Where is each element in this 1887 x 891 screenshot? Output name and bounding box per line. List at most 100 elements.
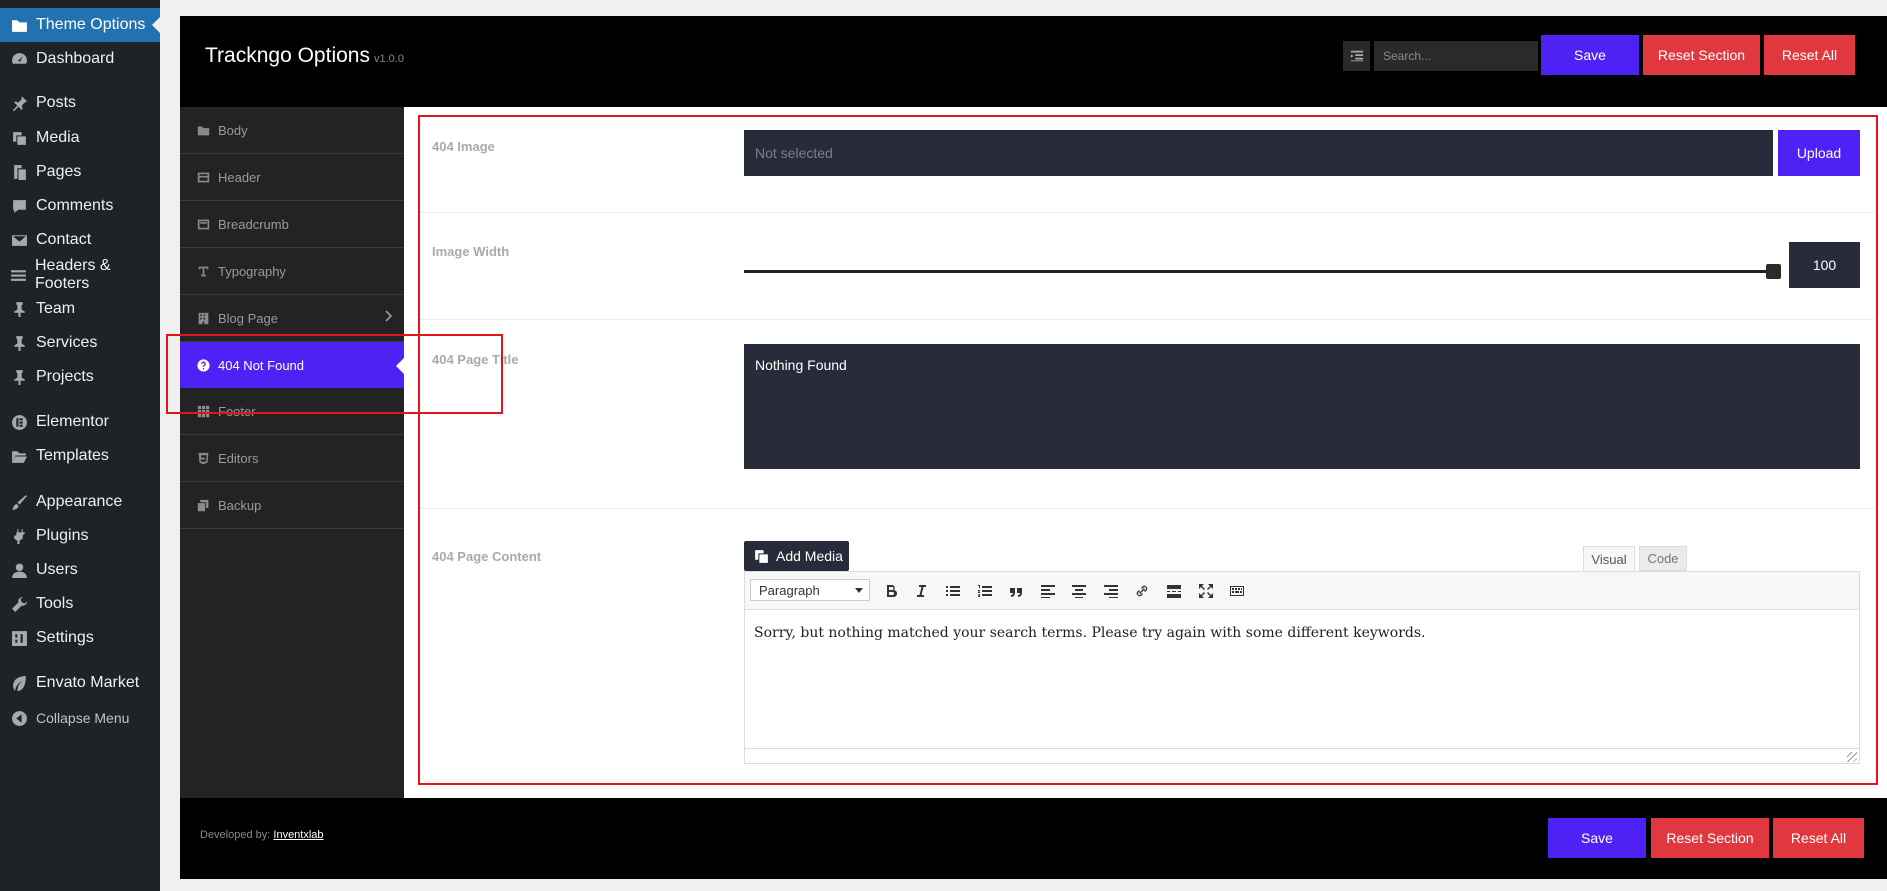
tab-visual[interactable]: Visual: [1583, 546, 1635, 571]
editor-toolbar: Paragraph: [745, 572, 1859, 610]
resize-handle-icon[interactable]: [1847, 752, 1857, 762]
nav-item-404-not-found[interactable]: 404 Not Found: [180, 342, 404, 388]
wp-menu-theme-options[interactable]: Theme Options: [0, 8, 160, 42]
wp-menu-tools[interactable]: Tools: [0, 587, 160, 621]
field-label: 404 Page Content: [432, 549, 542, 564]
wp-menu-plugins[interactable]: Plugins: [0, 519, 160, 553]
indent-icon: [1350, 50, 1363, 62]
wp-menu-contact[interactable]: Contact: [0, 223, 160, 257]
wp-menu-users[interactable]: Users: [0, 553, 160, 587]
wp-menu-team[interactable]: Team: [0, 292, 160, 326]
footer-reset-all-button[interactable]: Reset All: [1773, 818, 1864, 858]
options-content: 404 Image Not selected Upload Image Widt…: [404, 107, 1887, 798]
field-label: 404 Page Title: [432, 352, 519, 367]
nav-item-label: Typography: [218, 263, 286, 279]
italic-button[interactable]: [906, 572, 936, 610]
pin-icon: [10, 368, 28, 386]
wp-menu-label: Projects: [36, 368, 94, 385]
grid-icon: [196, 404, 210, 418]
wp-menu-elementor[interactable]: Elementor: [0, 405, 160, 439]
dashboard-icon: [10, 50, 28, 68]
wp-menu-settings[interactable]: Settings: [0, 621, 160, 655]
wp-menu-dashboard[interactable]: Dashboard: [0, 42, 160, 76]
media-icon: [755, 549, 768, 563]
version-label: v1.0.0: [373, 53, 404, 65]
brush-icon: [10, 493, 28, 511]
copy-icon: [196, 498, 210, 512]
width-value-input[interactable]: 100: [1789, 242, 1860, 288]
search-input[interactable]: [1374, 41, 1538, 71]
wp-menu-pages[interactable]: Pages: [0, 155, 160, 189]
developer-link[interactable]: Inventxlab: [273, 829, 323, 841]
wp-menu-collapse[interactable]: Collapse Menu: [0, 701, 160, 735]
nav-item-footer[interactable]: Footer: [180, 388, 404, 435]
building-icon: [196, 311, 210, 325]
comment-icon: [10, 197, 28, 215]
nav-item-label: Header: [218, 169, 261, 185]
reset-all-button[interactable]: Reset All: [1764, 35, 1855, 75]
nav-item-breadcrumb[interactable]: Breadcrumb: [180, 201, 404, 248]
upload-button[interactable]: Upload: [1778, 130, 1860, 176]
tab-code[interactable]: Code: [1639, 546, 1687, 571]
bold-icon: [887, 585, 898, 598]
editor-statusbar: [745, 748, 1859, 763]
align-center-button[interactable]: [1064, 572, 1094, 610]
add-media-button[interactable]: Add Media: [744, 541, 849, 571]
nav-item-body[interactable]: Body: [180, 107, 404, 154]
wp-menu-media[interactable]: Media: [0, 121, 160, 155]
nav-item-backup[interactable]: Backup: [180, 482, 404, 529]
footer-reset-section-button[interactable]: Reset Section: [1651, 818, 1769, 858]
align-left-button[interactable]: [1033, 572, 1063, 610]
keyboard-icon: [1230, 586, 1244, 596]
wp-menu-appearance[interactable]: Appearance: [0, 485, 160, 519]
editor-body[interactable]: Sorry, but nothing matched your search t…: [745, 610, 1859, 750]
wp-menu-label: Tools: [36, 595, 74, 612]
field-row-image-width: Image Width 100: [417, 213, 1874, 320]
wp-menu-templates[interactable]: Templates: [0, 439, 160, 473]
css-icon: [196, 451, 210, 465]
toolbar-toggle-button[interactable]: [1222, 572, 1252, 610]
pin-icon: [10, 334, 28, 352]
numbered-list-button[interactable]: [970, 572, 1000, 610]
bold-button[interactable]: [876, 572, 906, 610]
page-title: Trackngo Options v1.0.0: [205, 44, 404, 68]
nav-item-label: Breadcrumb: [218, 216, 289, 232]
fullscreen-button[interactable]: [1191, 572, 1221, 610]
format-select[interactable]: Paragraph: [750, 579, 870, 601]
user-icon: [10, 561, 28, 579]
expand-toggle-button[interactable]: [1343, 41, 1370, 71]
save-button[interactable]: Save: [1541, 35, 1639, 75]
italic-icon: [917, 585, 926, 597]
wp-menu-headers-footers[interactable]: Headers & Footers: [0, 257, 160, 292]
align-right-button[interactable]: [1096, 572, 1126, 610]
width-slider[interactable]: [744, 264, 1781, 279]
nav-item-typography[interactable]: Typography: [180, 248, 404, 295]
wp-menu-label: Headers & Footers: [35, 257, 111, 292]
bullet-list-button[interactable]: [938, 572, 968, 610]
pin-icon: [10, 94, 28, 112]
read-more-button[interactable]: [1159, 572, 1189, 610]
wp-menu-envato-market[interactable]: Envato Market: [0, 666, 160, 700]
page-title-textarea[interactable]: Nothing Found: [744, 344, 1860, 469]
nav-item-header[interactable]: Header: [180, 154, 404, 201]
wp-menu-services[interactable]: Services: [0, 326, 160, 360]
blockquote-button[interactable]: [1001, 572, 1031, 610]
wp-menu-posts[interactable]: Posts: [0, 86, 160, 120]
reset-section-button[interactable]: Reset Section: [1643, 35, 1760, 75]
wp-menu-label: Plugins: [36, 527, 89, 544]
wp-menu-label: Dashboard: [36, 50, 115, 67]
wp-menu-label: Pages: [36, 163, 82, 180]
wp-menu-comments[interactable]: Comments: [0, 189, 160, 223]
nav-item-blog-page[interactable]: Blog Page: [180, 295, 404, 342]
field-label: 404 Image: [432, 139, 495, 154]
wp-menu-label: Users: [36, 561, 78, 578]
nav-item-editors[interactable]: Editors: [180, 435, 404, 482]
wp-menu-projects[interactable]: Projects: [0, 360, 160, 394]
footer-save-button[interactable]: Save: [1548, 818, 1646, 858]
question-icon: [196, 358, 210, 372]
image-url-input[interactable]: Not selected: [744, 130, 1773, 176]
slider-handle[interactable]: [1766, 264, 1781, 279]
link-button[interactable]: [1127, 572, 1157, 610]
wrench-icon: [10, 595, 28, 613]
plug-icon: [10, 527, 28, 545]
